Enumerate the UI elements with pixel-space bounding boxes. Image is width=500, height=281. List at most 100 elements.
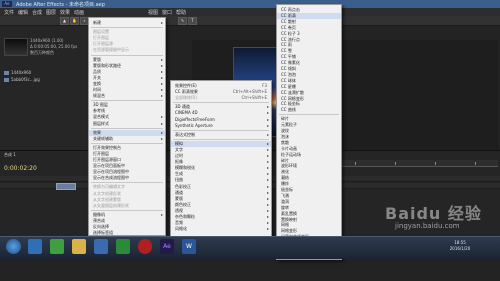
menu-item[interactable]: DigieffectsFreeForm ▸ [171, 117, 271, 123]
menu-item[interactable]: CC 曲线 [277, 107, 341, 113]
menu-item[interactable]: 关键帧辅助 ▸ [89, 136, 165, 142]
menu-item-label: 开关 [93, 74, 101, 80]
menu-item-label: 品质 [93, 68, 101, 74]
menu-item[interactable]: 色彩校正 ▸ [171, 184, 271, 190]
submenu-arrow-icon: ▸ [266, 104, 269, 110]
submenu-arrow-icon: ▸ [266, 183, 269, 189]
menu-item[interactable]: 通道 ▸ [171, 190, 271, 196]
video-icon[interactable] [94, 239, 108, 254]
clock-date: 2016/1/20 [449, 246, 471, 251]
menu-item[interactable]: 过时 ▸ [171, 153, 271, 159]
menu-item[interactable]: Synthetic Aperture ▸ [171, 123, 271, 129]
menu-view[interactable]: 视图 [148, 9, 158, 16]
submenu-arrow-icon: ▸ [160, 74, 163, 80]
start-orb-icon[interactable] [6, 239, 21, 254]
menu-item-label: 帧混合 [93, 93, 105, 99]
menu-item-label: 色彩校正 [175, 183, 191, 189]
submenu-arrow-icon: ▸ [266, 153, 269, 158]
ruler-tick [475, 162, 476, 165]
menu-item[interactable]: 效果 ▸ [89, 129, 165, 136]
submenu-arrow-icon: ▸ [160, 120, 163, 126]
menu-item[interactable]: 颜色校正 ▸ [171, 202, 271, 208]
menu-item[interactable]: 变换 ▸ [89, 81, 165, 87]
menu-item[interactable]: 杂色和颗粒 ▸ [171, 214, 271, 220]
menu-separator [173, 129, 269, 131]
menu-item[interactable]: 帧混合 ▸ [89, 93, 165, 99]
menu-item[interactable]: 模糊和锐化 ▸ [171, 165, 271, 171]
menu-separator [91, 142, 163, 144]
menu-item-label: 显示在合成流程图中 [93, 175, 129, 181]
menu-item: 转换为可编辑文字 [89, 184, 165, 190]
menu-animation[interactable]: 动画 [74, 9, 84, 16]
pen-tool-icon[interactable]: ✎ [178, 17, 187, 25]
timecode-display[interactable]: 0:00:02:20 [4, 165, 37, 172]
menu-item-label: 蒙版和形状路径 [93, 62, 121, 68]
menu-item[interactable]: 模拟 ▸ [171, 140, 271, 147]
menu-item[interactable]: 3D 通道 ▸ [171, 104, 271, 110]
menu-item: 从文字创建形状 [89, 191, 165, 197]
word-icon[interactable]: W [182, 239, 196, 254]
menu-item[interactable]: 打开效果控制台 [89, 145, 165, 151]
submenu-arrow-icon: ▸ [266, 140, 269, 146]
menu-item[interactable]: CINEMA 4D ▸ [171, 110, 271, 116]
menu-item-label: 关键帧辅助 [93, 135, 113, 141]
menu-item[interactable]: 预合成 [89, 218, 165, 224]
menu-item: 在资源管理器中显示 [89, 47, 165, 53]
submenu-arrow-icon: ▸ [266, 131, 269, 137]
menu-item[interactable]: 表达式控制 ▸ [171, 132, 271, 138]
menu-item[interactable]: 扭曲 ▸ [171, 177, 271, 183]
menu-item-label: 模拟 [175, 140, 183, 146]
menu-item[interactable]: 蒙版 ▸ [171, 196, 271, 202]
menu-item-label: 从文字创建形状 [93, 190, 121, 196]
menu-item[interactable]: 透视 ▸ [171, 208, 271, 214]
submenu-arrow-icon: ▸ [266, 165, 269, 171]
after-effects-icon[interactable]: Ae [160, 239, 174, 254]
record-icon[interactable] [138, 239, 152, 254]
project-file-row[interactable]: 1440x960 [4, 70, 84, 76]
menu-window[interactable]: 窗口 [162, 9, 172, 16]
media-player-icon[interactable] [50, 239, 64, 254]
player-icon[interactable] [116, 239, 130, 254]
menu-file[interactable]: 文件 [4, 9, 14, 16]
selection-tool-icon[interactable]: ▲ [60, 17, 69, 25]
submenu-arrow-icon: ▸ [160, 211, 163, 217]
menu-item-label: Synthetic Aperture [175, 122, 213, 128]
menu-item[interactable]: 生成 ▸ [171, 171, 271, 177]
menu-item[interactable]: 摄像机 ▸ [89, 212, 165, 218]
layer-duration-bar[interactable] [56, 183, 76, 190]
system-clock[interactable]: 18:55 2016/1/20 [440, 240, 480, 252]
menu-item[interactable]: 图层样式 ▸ [89, 121, 165, 127]
ie-icon[interactable] [28, 239, 42, 254]
project-info-duration: Δ 0:00:05:00, 25.00 fps [30, 44, 78, 49]
menu-item-label: 透视 [175, 207, 183, 213]
menu-item[interactable]: 显示在合成流程图中 [89, 175, 165, 181]
timeline-tab[interactable]: 合成 1 [4, 152, 16, 158]
menu-item[interactable]: 蒙版 ▸ [89, 57, 165, 63]
project-file-row[interactable]: 5abb0f3c...jpg [4, 77, 84, 83]
menu-layer[interactable]: 图层 [46, 9, 56, 16]
submenu-arrow-icon: ▸ [266, 201, 269, 207]
submenu-arrow-icon: ▸ [266, 116, 269, 122]
menu-item-label: DigieffectsFreeForm [175, 116, 215, 122]
menu-item: 全部移除(R) Ctrl+Shift+E [171, 95, 271, 101]
menu-item-label: 从矢量图层创建形状 [93, 202, 129, 208]
menu-item[interactable]: 风格化 ▸ [171, 226, 271, 232]
menu-composition[interactable]: 合成 [32, 9, 42, 16]
menu-item[interactable]: 品质 ▸ [89, 69, 165, 75]
submenu-arrow-icon: ▸ [160, 20, 163, 25]
text-tool-icon[interactable]: T [188, 17, 197, 25]
submenu-arrow-icon: ▸ [160, 68, 163, 74]
menu-item[interactable]: 文字 ▸ [171, 147, 271, 153]
menu-item-label: 效果 [93, 129, 101, 135]
menu-item[interactable]: 开关 ▸ [89, 75, 165, 81]
menu-effect[interactable]: 效果 [60, 9, 70, 16]
menu-item[interactable]: 新建 ▸ [89, 20, 165, 26]
explorer-icon[interactable] [72, 239, 86, 254]
menu-item[interactable]: 混合模式 ▸ [89, 114, 165, 120]
hand-tool-icon[interactable]: ✋ [70, 17, 79, 25]
menu-help[interactable]: 帮助 [176, 9, 186, 16]
menu-edit[interactable]: 编辑 [18, 9, 28, 16]
menu-item[interactable]: 打开图层 [89, 151, 165, 157]
menu-item[interactable]: 蒙版和形状路径 ▸ [89, 63, 165, 69]
menu-item-label: 全部移除(R) [175, 95, 197, 101]
